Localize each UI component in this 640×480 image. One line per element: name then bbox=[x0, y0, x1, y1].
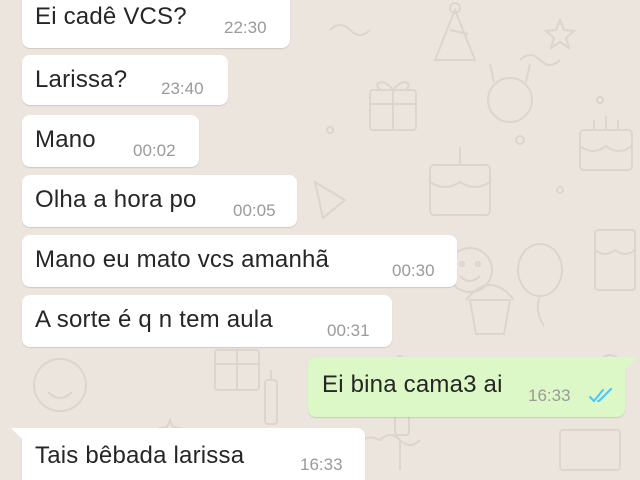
message-bubble-incoming[interactable]: Olha a hora po 00:05 bbox=[22, 175, 297, 227]
message-bubble-incoming[interactable]: A sorte é q n tem aula 00:31 bbox=[22, 295, 392, 347]
message-timestamp: 16:33 bbox=[300, 455, 343, 474]
message-timestamp: 00:02 bbox=[133, 141, 176, 160]
message-bubble-incoming[interactable]: Larissa? 23:40 bbox=[22, 55, 228, 105]
message-bubble-incoming[interactable]: Mano 00:02 bbox=[22, 115, 199, 167]
message-timestamp: 00:31 bbox=[327, 321, 370, 340]
message-text: Ei cadê VCS? bbox=[35, 3, 187, 30]
message-bubble-incoming[interactable]: Mano eu mato vcs amanhã 00:30 bbox=[22, 235, 457, 287]
bubble-tail bbox=[11, 428, 25, 442]
message-timestamp: 16:33 bbox=[528, 386, 571, 405]
message-text: Mano eu mato vcs amanhã bbox=[35, 246, 330, 273]
message-text: Mano bbox=[35, 126, 96, 153]
message-timestamp: 00:30 bbox=[392, 261, 435, 280]
double-check-read-icon bbox=[589, 388, 612, 402]
message-bubble-incoming[interactable]: Ei cadê VCS? 22:30 bbox=[22, 0, 290, 48]
message-text: Tais bêbada larissa bbox=[35, 442, 245, 469]
message-bubble-outgoing[interactable]: Ei bina cama3 ai 16:33 bbox=[308, 357, 638, 417]
message-timestamp: 00:05 bbox=[233, 201, 276, 220]
message-timestamp: 22:30 bbox=[224, 18, 267, 37]
message-text: Olha a hora po bbox=[35, 186, 197, 213]
message-timestamp: 23:40 bbox=[161, 79, 204, 98]
message-text: Ei bina cama3 ai bbox=[322, 371, 503, 398]
message-text: Larissa? bbox=[35, 66, 128, 93]
message-text: A sorte é q n tem aula bbox=[35, 306, 273, 333]
bubble-tail bbox=[624, 357, 638, 371]
message-bubble-incoming[interactable]: Tais bêbada larissa 16:33 bbox=[11, 428, 365, 480]
